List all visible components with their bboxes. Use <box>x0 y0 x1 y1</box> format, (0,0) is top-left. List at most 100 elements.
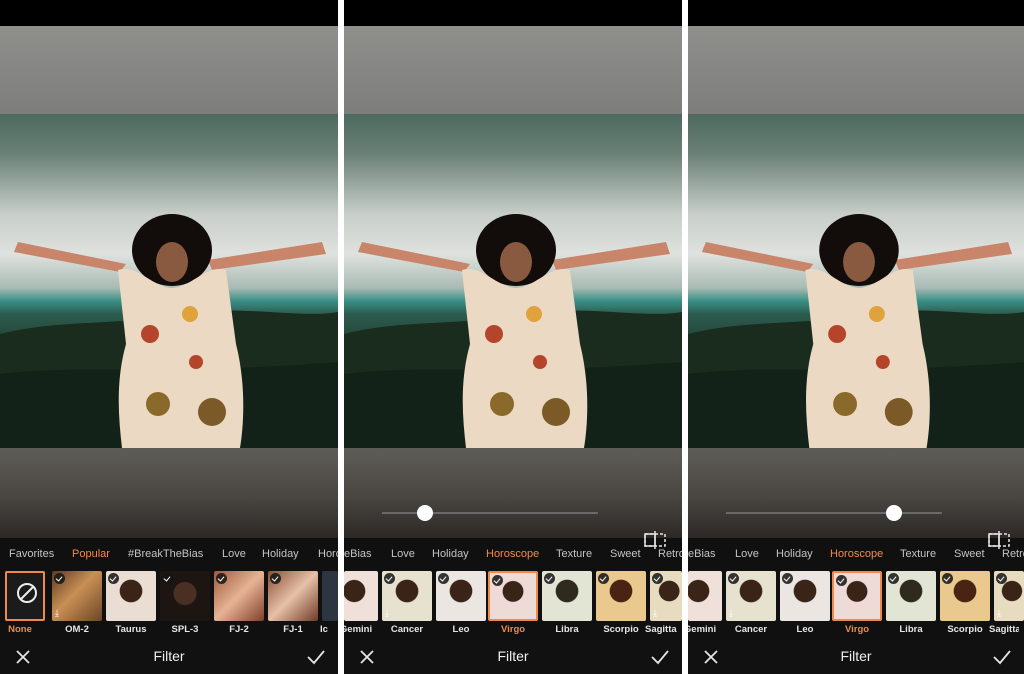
filter-thumb[interactable]: ⤓ <box>650 571 682 621</box>
filter-thumb[interactable] <box>542 571 592 621</box>
editor-panel-2: eBias Love Holiday Horoscope Texture Swe… <box>344 0 682 674</box>
filter-thumb-selected[interactable] <box>832 571 882 621</box>
download-icon: ⤓ <box>997 608 1001 618</box>
check-badge-icon <box>162 573 173 584</box>
filter-label: Scorpio <box>603 624 639 635</box>
tab-love[interactable]: Love <box>222 548 246 560</box>
tab-love[interactable]: Love <box>391 548 415 560</box>
filter-thumb[interactable] <box>886 571 936 621</box>
tab-retro[interactable]: Retro <box>1002 548 1024 560</box>
bottom-bar: Filter <box>688 640 1024 674</box>
check-badge-icon <box>384 573 395 584</box>
filter-label: Libra <box>555 624 579 635</box>
check-badge-icon <box>492 575 503 586</box>
filter-label: Virgo <box>844 624 870 635</box>
filter-thumb[interactable]: ⤓ <box>726 571 776 621</box>
filter-label: Libra <box>899 624 923 635</box>
photo <box>0 114 338 448</box>
checkmark-icon[interactable] <box>992 648 1012 666</box>
download-icon: ⤓ <box>55 608 59 618</box>
filter-label: FJ-1 <box>283 624 303 635</box>
check-badge-icon <box>438 573 449 584</box>
filter-thumb[interactable] <box>160 571 210 621</box>
bottom-bar: Filter <box>344 640 682 674</box>
check-badge-icon <box>728 573 739 584</box>
filter-label: Gemini <box>344 624 373 635</box>
check-badge-icon <box>888 573 899 584</box>
tab-sweet[interactable]: Sweet <box>954 548 985 560</box>
filter-thumb[interactable] <box>106 571 156 621</box>
filter-thumb[interactable]: ⤓ <box>382 571 432 621</box>
check-badge-icon <box>652 573 663 584</box>
tab-breakthebias[interactable]: eBias <box>344 548 372 560</box>
checkmark-icon[interactable] <box>650 648 670 666</box>
photo-canvas <box>688 26 1024 549</box>
tab-texture[interactable]: Texture <box>900 548 936 560</box>
filter-label: Virgo <box>500 624 526 635</box>
filter-thumb[interactable] <box>344 571 378 621</box>
filter-thumb[interactable] <box>268 571 318 621</box>
filter-thumb[interactable] <box>436 571 486 621</box>
filter-category-tabs: Favorites Popular #BreakTheBias Love Hol… <box>0 538 338 570</box>
photo <box>688 114 1024 448</box>
intensity-slider[interactable] <box>726 505 942 521</box>
screen-title: Filter <box>153 648 185 664</box>
photo-canvas <box>344 26 682 549</box>
tab-holiday[interactable]: Holiday <box>262 548 299 560</box>
bottom-bar: Filter <box>0 640 338 674</box>
filter-strip: None ⤓ OM-2 Taurus SPL-3 FJ-2 FJ-1 Ic <box>0 571 338 637</box>
filter-label: FJ-2 <box>229 624 249 635</box>
tab-breakthebias[interactable]: eBias <box>688 548 716 560</box>
filter-label: Cancer <box>390 624 424 635</box>
filter-label: Leo <box>452 624 470 635</box>
tab-retro[interactable]: Retro <box>658 548 682 560</box>
filter-thumb[interactable] <box>322 571 338 621</box>
tab-love[interactable]: Love <box>735 548 759 560</box>
check-badge-icon <box>942 573 953 584</box>
check-badge-icon <box>108 573 119 584</box>
slider-knob[interactable] <box>417 505 434 521</box>
check-badge-icon <box>782 573 793 584</box>
filter-none[interactable] <box>5 571 45 621</box>
filter-label: Taurus <box>115 624 147 635</box>
none-icon <box>17 583 37 603</box>
photo <box>344 114 682 448</box>
tab-horoscope[interactable]: Horoscope <box>830 548 883 560</box>
download-icon: ⤓ <box>653 608 657 618</box>
filter-label: Ic <box>320 624 328 635</box>
intensity-slider[interactable] <box>382 505 598 521</box>
filter-thumb[interactable]: ⤓ <box>994 571 1024 621</box>
tab-popular[interactable]: Popular <box>72 548 110 560</box>
tab-holiday[interactable]: Holiday <box>432 548 469 560</box>
tab-breakthebias[interactable]: #BreakTheBias <box>128 548 203 560</box>
slider-knob[interactable] <box>886 505 903 521</box>
tab-holiday[interactable]: Holiday <box>776 548 813 560</box>
tab-texture[interactable]: Texture <box>556 548 592 560</box>
check-badge-icon <box>216 573 227 584</box>
tab-horoscope[interactable]: Horos <box>318 548 338 560</box>
filter-label: Leo <box>796 624 814 635</box>
check-badge-icon <box>54 573 65 584</box>
filter-thumb[interactable] <box>596 571 646 621</box>
filter-category-tabs: eBias Love Holiday Horoscope Texture Swe… <box>344 538 682 570</box>
filter-thumb[interactable] <box>688 571 722 621</box>
screen-title: Filter <box>840 648 872 664</box>
filter-thumb-selected[interactable] <box>488 571 538 621</box>
tab-favorites[interactable]: Favorites <box>9 548 54 560</box>
filter-thumb[interactable]: ⤓ <box>52 571 102 621</box>
filter-thumb[interactable] <box>214 571 264 621</box>
filter-thumb[interactable] <box>780 571 830 621</box>
filter-thumb[interactable] <box>940 571 990 621</box>
tab-horoscope[interactable]: Horoscope <box>486 548 539 560</box>
screen-title: Filter <box>497 648 529 664</box>
filter-label: Scorpio <box>947 624 983 635</box>
filter-label: Gemini <box>688 624 717 635</box>
check-badge-icon <box>270 573 281 584</box>
check-badge-icon <box>598 573 609 584</box>
checkmark-icon[interactable] <box>306 648 326 666</box>
tab-sweet[interactable]: Sweet <box>610 548 641 560</box>
editor-panel-1: Favorites Popular #BreakTheBias Love Hol… <box>0 0 338 674</box>
download-icon: ⤓ <box>385 608 389 618</box>
status-bar <box>0 0 338 26</box>
filter-category-tabs: eBias Love Holiday Horoscope Texture Swe… <box>688 538 1024 570</box>
